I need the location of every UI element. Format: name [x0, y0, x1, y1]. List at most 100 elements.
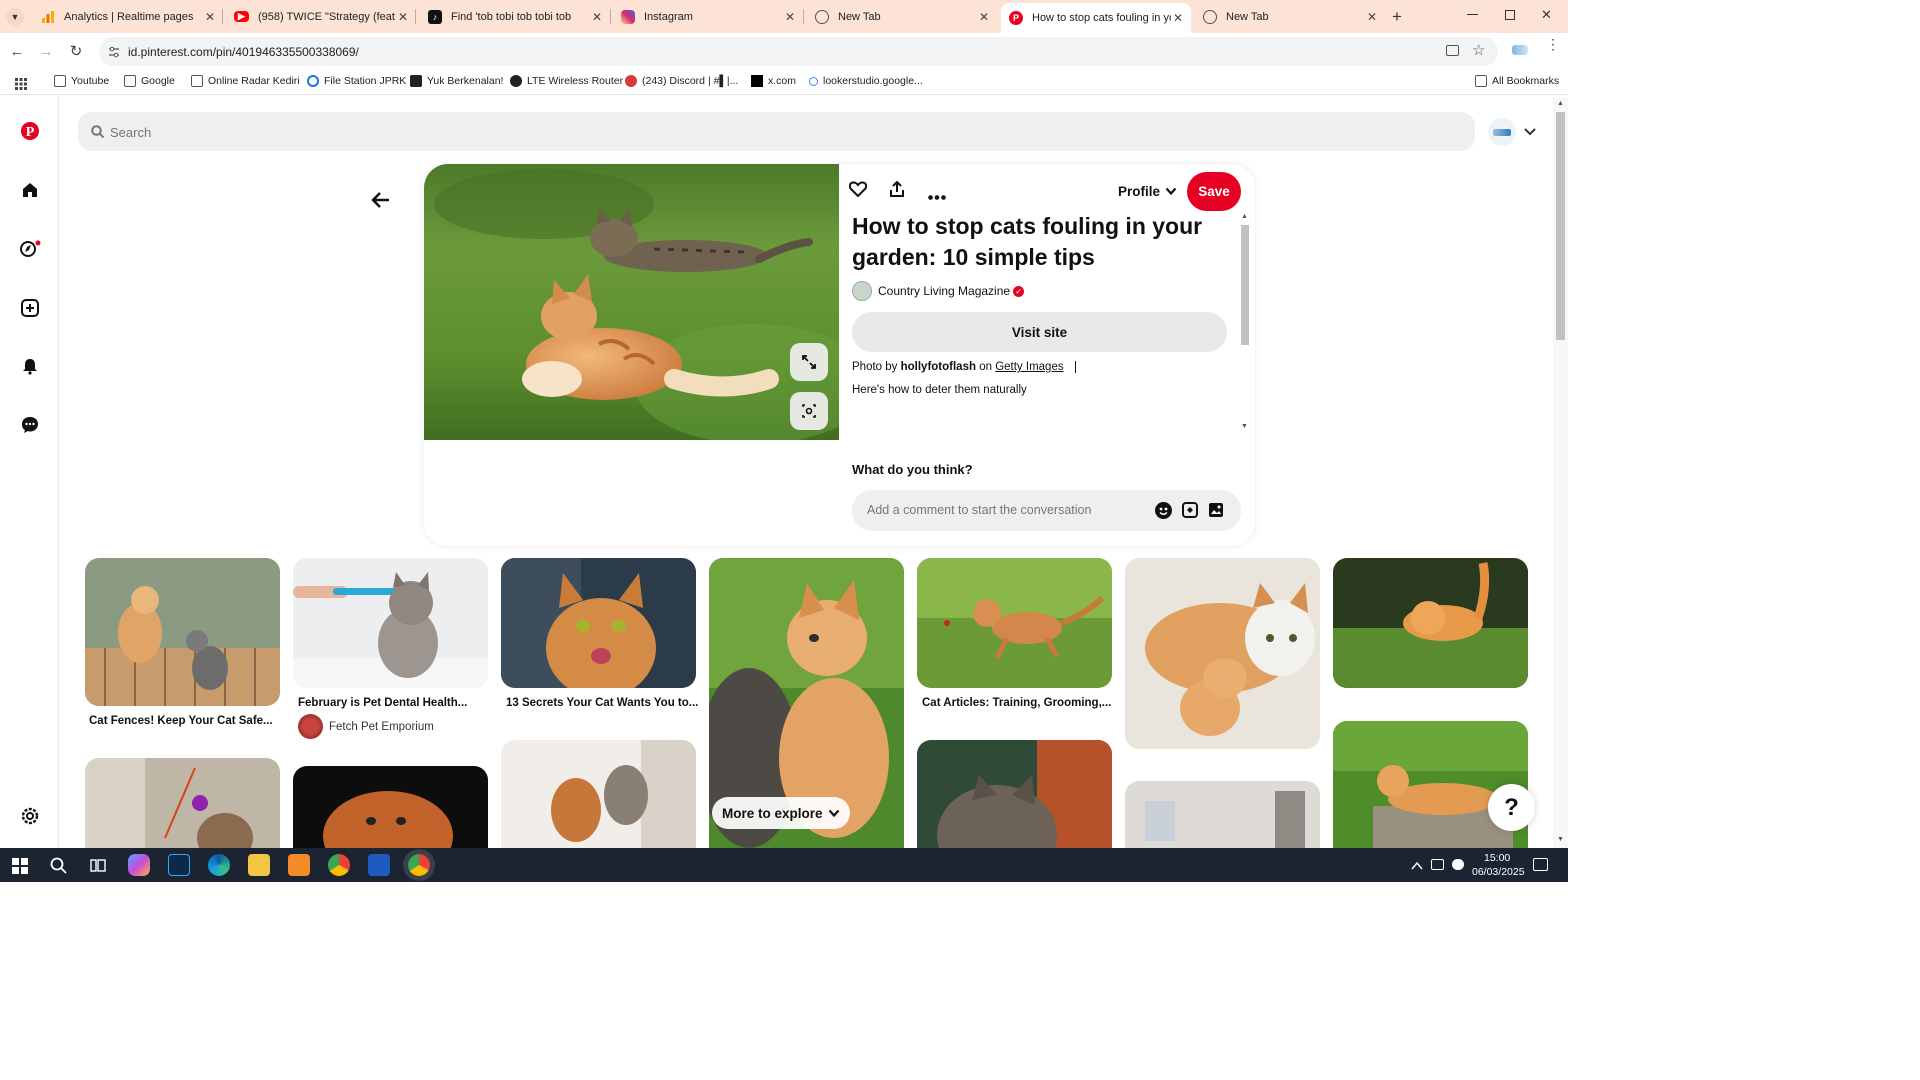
- scroll-down-arrow-icon[interactable]: ▼: [1241, 423, 1248, 430]
- share-icon[interactable]: [889, 180, 905, 203]
- close-icon[interactable]: ✕: [977, 10, 991, 24]
- page-scrollbar[interactable]: ▲ ▼: [1553, 98, 1568, 848]
- photoshop-icon[interactable]: [168, 854, 190, 876]
- scroll-up-arrow-icon[interactable]: ▲: [1241, 213, 1248, 220]
- scroll-down-arrow-icon[interactable]: ▼: [1557, 836, 1564, 843]
- more-menu-icon[interactable]: ⋮: [1546, 37, 1560, 51]
- account-avatar[interactable]: [1488, 118, 1516, 146]
- slides-app-icon[interactable]: [288, 854, 310, 876]
- tab-search-button[interactable]: ▼: [6, 8, 24, 26]
- profile-board-dropdown[interactable]: Profile: [1118, 184, 1177, 199]
- minimize-icon[interactable]: [1467, 14, 1478, 15]
- bookmark-online-radar[interactable]: Online Radar Kediri: [191, 75, 300, 87]
- tab-tiktok[interactable]: ♪ Find 'tob tobi tob tobi tob ✕: [420, 4, 610, 29]
- feed-pin-secrets[interactable]: [501, 558, 696, 688]
- notifications-bell-icon[interactable]: [19, 355, 41, 377]
- pinterest-logo-icon[interactable]: P: [19, 120, 41, 142]
- create-plus-icon[interactable]: [19, 297, 41, 319]
- bookmark-yuk-berkenalan[interactable]: Yuk Berkenalan!: [410, 75, 503, 87]
- restore-icon[interactable]: [1505, 10, 1515, 20]
- notifications-icon[interactable]: [1533, 858, 1548, 871]
- visit-site-button[interactable]: Visit site: [852, 312, 1227, 352]
- feed-pin-author[interactable]: Fetch Pet Emporium: [298, 714, 434, 739]
- feed-pin-cat-fence[interactable]: [85, 558, 280, 706]
- profile-avatar-icon[interactable]: [1512, 45, 1528, 55]
- emoji-icon[interactable]: [1155, 502, 1172, 519]
- tray-chevron-up-icon[interactable]: [1411, 858, 1423, 876]
- bookmark-lookerstudio[interactable]: lookerstudio.google...: [809, 75, 923, 87]
- back-arrow-icon[interactable]: [371, 191, 391, 214]
- new-tab-plus-icon[interactable]: +: [1392, 7, 1402, 27]
- chrome-icon[interactable]: [408, 854, 430, 876]
- tab-analytics[interactable]: Analytics | Realtime pages ✕: [33, 4, 223, 29]
- copilot-icon[interactable]: [128, 854, 150, 876]
- feed-pin-title[interactable]: Cat Articles: Training, Grooming,...: [922, 697, 1111, 709]
- agency-link[interactable]: Getty Images: [995, 361, 1063, 373]
- bookmark-youtube[interactable]: Youtube: [54, 75, 109, 87]
- page-scrollbar-thumb[interactable]: [1556, 112, 1565, 340]
- tab-new-tab-1[interactable]: New Tab ✕: [807, 4, 997, 29]
- feed-pin-dental[interactable]: [293, 558, 488, 688]
- source-row[interactable]: Country Living Magazine ✓: [852, 281, 1025, 301]
- scroll-up-arrow-icon[interactable]: ▲: [1557, 100, 1564, 107]
- add-image-icon[interactable]: [1208, 502, 1224, 523]
- close-icon[interactable]: ✕: [1171, 11, 1185, 25]
- feed-pin-scottish-fold[interactable]: [293, 766, 488, 848]
- home-icon[interactable]: [19, 179, 41, 201]
- comment-input[interactable]: Add a comment to start the conversation: [852, 490, 1241, 531]
- sticker-icon[interactable]: [1182, 502, 1198, 523]
- scrollbar-thumb[interactable]: [1241, 225, 1249, 345]
- volume-icon[interactable]: [1452, 859, 1464, 870]
- feed-pin-room[interactable]: [1125, 781, 1320, 848]
- address-bar[interactable]: id.pinterest.com/pin/401946335500338069/…: [99, 37, 1498, 66]
- search-input[interactable]: Search: [78, 112, 1475, 151]
- feed-pin-kitten-grass[interactable]: More to explore: [709, 558, 904, 848]
- apps-grid-icon[interactable]: [15, 77, 27, 90]
- tab-youtube[interactable]: ▶ (958) TWICE "Strategy (feat. Me ✕: [226, 4, 416, 29]
- feed-pin-tabby[interactable]: [917, 740, 1112, 848]
- close-icon[interactable]: ✕: [590, 10, 604, 24]
- feed-pin-cats-fighting[interactable]: [501, 740, 696, 848]
- chrome-profile-icon[interactable]: [328, 854, 350, 876]
- more-options-icon[interactable]: [928, 187, 946, 205]
- messages-chat-icon[interactable]: [19, 414, 41, 436]
- tab-instagram[interactable]: Instagram ✕: [613, 4, 803, 29]
- bookmark-discord[interactable]: (243) Discord | #▌|...: [625, 75, 738, 87]
- feed-pin-title[interactable]: Cat Fences! Keep Your Cat Safe...: [89, 715, 273, 727]
- tab-new-tab-2[interactable]: New Tab ✕: [1195, 4, 1385, 29]
- bookmark-x[interactable]: x.com: [751, 75, 796, 87]
- bookmark-google[interactable]: Google: [124, 75, 175, 87]
- feed-pin-cat-on-stump[interactable]: [1333, 721, 1528, 848]
- windows-start-icon[interactable]: [12, 858, 28, 879]
- close-icon[interactable]: ✕: [783, 10, 797, 24]
- account-chevron-down-icon[interactable]: [1523, 124, 1537, 142]
- save-button[interactable]: Save: [1187, 172, 1241, 211]
- word-icon[interactable]: [368, 854, 390, 876]
- photographer-link[interactable]: hollyfotoflash: [901, 361, 976, 373]
- bookmark-file-station[interactable]: File Station JPRK: [307, 75, 406, 87]
- close-icon[interactable]: ✕: [396, 10, 410, 24]
- help-button[interactable]: ?: [1488, 784, 1535, 831]
- expand-image-icon[interactable]: [790, 343, 828, 381]
- feed-pin-title[interactable]: February is Pet Dental Health...: [298, 697, 467, 709]
- file-explorer-icon[interactable]: [248, 854, 270, 876]
- window-close-icon[interactable]: ✕: [1541, 7, 1552, 23]
- tab-pinterest-active[interactable]: P How to stop cats fouling in you ✕: [1001, 3, 1191, 33]
- close-icon[interactable]: ✕: [203, 10, 217, 24]
- all-bookmarks[interactable]: All Bookmarks: [1475, 75, 1559, 87]
- install-app-icon[interactable]: [1446, 45, 1459, 56]
- pin-image[interactable]: [424, 164, 839, 440]
- search-icon[interactable]: [50, 857, 67, 879]
- visual-search-icon[interactable]: [790, 392, 828, 430]
- react-heart-icon[interactable]: [848, 181, 868, 202]
- network-icon[interactable]: [1431, 859, 1444, 870]
- feed-pin-cat-toy[interactable]: [85, 758, 280, 848]
- feed-pin-orange-kitten-walk[interactable]: [1333, 558, 1528, 688]
- edge-icon[interactable]: [208, 854, 230, 876]
- details-scrollbar[interactable]: ▲ ▼: [1239, 213, 1251, 435]
- bookmark-lte-router[interactable]: LTE Wireless Router: [510, 75, 623, 87]
- bookmark-star-icon[interactable]: ☆: [1472, 41, 1485, 59]
- settings-gear-icon[interactable]: [19, 805, 41, 827]
- feed-pin-title[interactable]: 13 Secrets Your Cat Wants You to...: [506, 697, 698, 709]
- close-icon[interactable]: ✕: [1365, 10, 1379, 24]
